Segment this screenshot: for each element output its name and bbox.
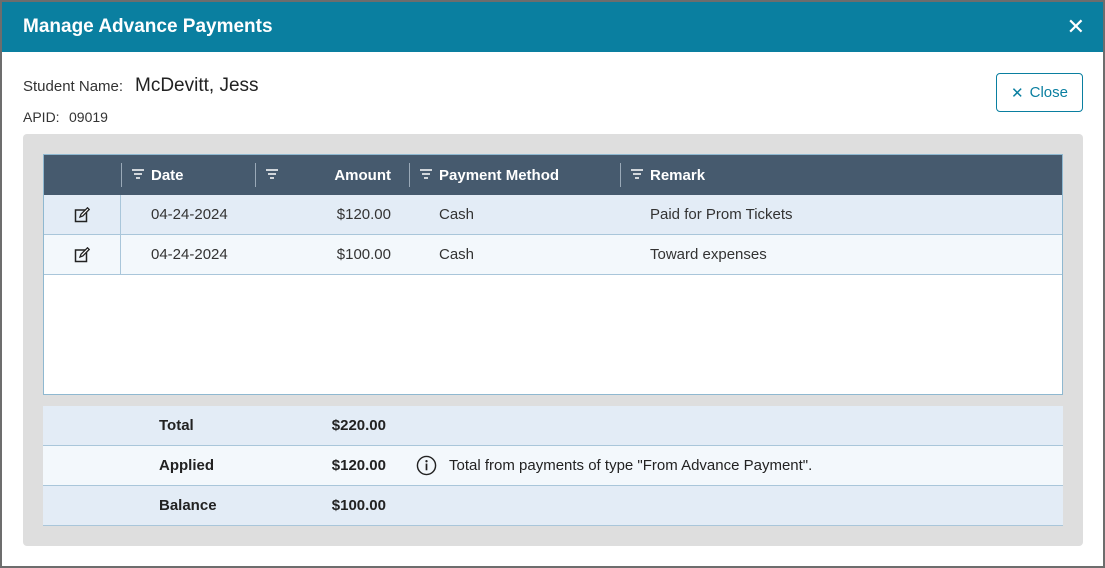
payments-panel: Date Amount Payment Method Remark 04-24-… (23, 134, 1083, 546)
payments-grid: Date Amount Payment Method Remark 04-24-… (43, 154, 1063, 395)
balance-label: Balance (159, 497, 217, 514)
column-header-date[interactable]: Date (121, 155, 255, 195)
column-header-payment-method-label: Payment Method (439, 166, 560, 184)
filter-icon[interactable] (266, 169, 278, 179)
column-header-amount-label: Amount (334, 166, 391, 184)
cell-payment-method: Cash (439, 246, 475, 263)
applied-label: Applied (159, 457, 214, 474)
modal-titlebar: Manage Advance Payments ✕ (2, 2, 1103, 52)
cell-remark: Toward expenses (650, 246, 767, 263)
applied-note: Total from payments of type "From Advanc… (416, 455, 812, 476)
column-header-amount[interactable]: Amount (255, 155, 409, 195)
table-row: 04-24-2024 $120.00 Cash Paid for Prom Ti… (44, 195, 1062, 235)
info-icon (416, 455, 437, 476)
edit-cell (44, 235, 121, 274)
filter-icon[interactable] (420, 169, 432, 179)
balance-value: $100.00 (331, 497, 386, 514)
payments-summary: Total $220.00 Applied $120.00 Total from… (43, 406, 1063, 526)
cell-amount: $100.00 (336, 246, 391, 263)
summary-balance-row: Balance $100.00 (43, 486, 1063, 526)
column-header-remark-label: Remark (650, 166, 706, 184)
student-name-value: McDevitt, Jess (135, 75, 259, 96)
modal-title: Manage Advance Payments (23, 16, 273, 37)
edit-cell (44, 195, 121, 234)
apid-value: 09019 (69, 109, 108, 125)
applied-note-text: Total from payments of type "From Advanc… (449, 457, 813, 474)
apid-label: APID: (23, 109, 60, 125)
total-value: $220.00 (331, 417, 386, 434)
cell-date: 04-24-2024 (151, 246, 228, 263)
summary-total-row: Total $220.00 (43, 406, 1063, 446)
cell-date: 04-24-2024 (151, 206, 228, 223)
total-label: Total (159, 417, 194, 434)
close-icon[interactable]: ✕ (1063, 14, 1089, 40)
filter-icon[interactable] (132, 169, 144, 179)
summary-applied-row: Applied $120.00 Total from payments of t… (43, 446, 1063, 486)
filter-icon[interactable] (631, 169, 643, 179)
close-button-label: Close (1029, 84, 1068, 101)
edit-icon[interactable] (74, 206, 90, 223)
column-header-date-label: Date (151, 166, 184, 184)
table-row: 04-24-2024 $100.00 Cash Toward expenses (44, 235, 1062, 275)
column-header-remark[interactable]: Remark (620, 155, 1062, 195)
student-name-label: Student Name: (23, 78, 124, 95)
student-info: Student Name: McDevitt, Jess APID: 09019… (2, 52, 1103, 134)
cell-payment-method: Cash (439, 206, 475, 223)
close-x-icon: ✕ (1011, 84, 1024, 102)
applied-value: $120.00 (331, 457, 386, 474)
cell-remark: Paid for Prom Tickets (650, 206, 793, 223)
column-header-payment-method[interactable]: Payment Method (409, 155, 620, 195)
edit-icon[interactable] (74, 246, 90, 263)
column-header-edit (44, 155, 121, 195)
advance-payments-modal: Manage Advance Payments ✕ Student Name: … (2, 2, 1103, 566)
close-button[interactable]: ✕ Close (996, 73, 1083, 112)
cell-amount: $120.00 (336, 206, 391, 223)
grid-header: Date Amount Payment Method Remark (44, 155, 1062, 195)
